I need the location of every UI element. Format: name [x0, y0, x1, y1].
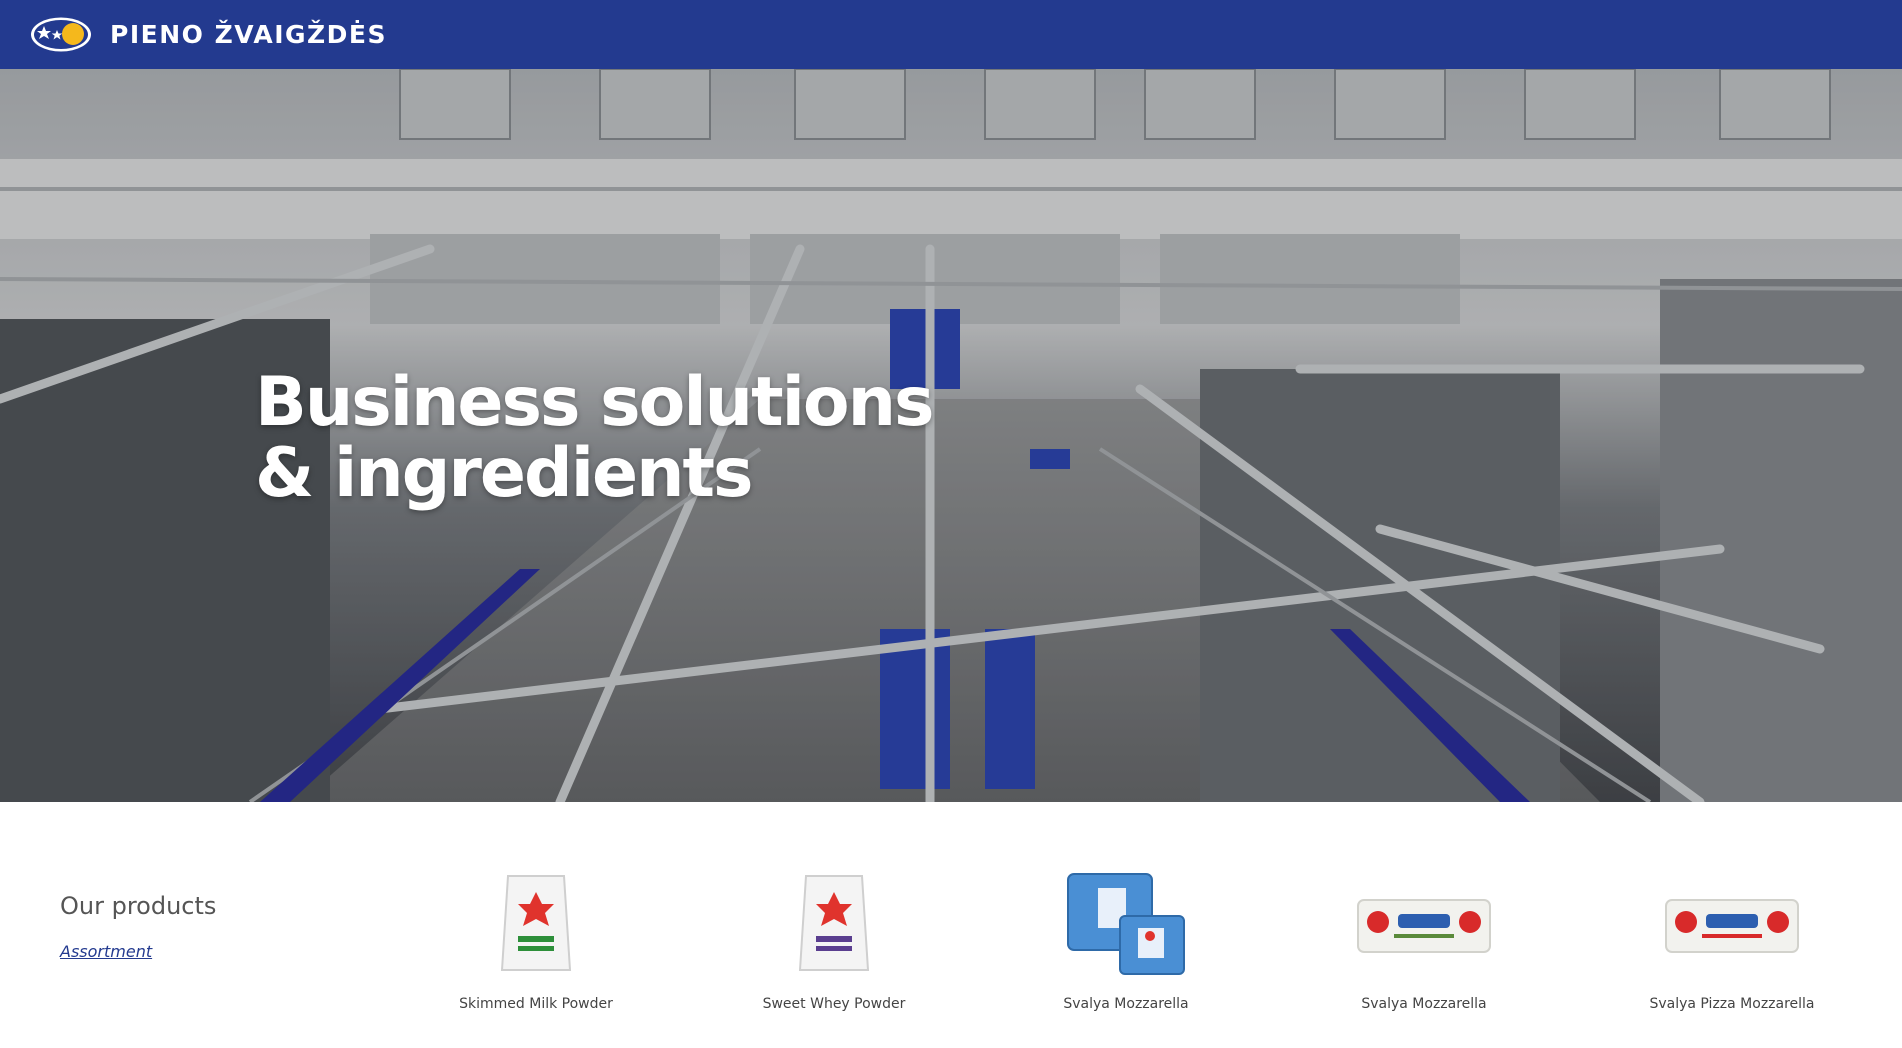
hero-banner: Business solutions & ingredients: [0, 69, 1902, 802]
product-name: Svalya Mozzarella: [1361, 996, 1487, 1012]
pizza-mozzarella-block-icon: [1665, 899, 1799, 953]
product-name: Sweet Whey Powder: [762, 996, 906, 1012]
product-card[interactable]: Svalya Mozzarella: [1314, 862, 1534, 1022]
brand-name: PIENO ŽVAIGŽDĖS: [110, 20, 387, 49]
product-name: Svalya Mozzarella: [1063, 996, 1189, 1012]
whey-powder-bag-icon: [798, 875, 870, 971]
hero-title: Business solutions & ingredients: [255, 363, 935, 513]
product-card[interactable]: Sweet Whey Powder: [724, 862, 944, 1022]
mozzarella-pack-icon: [1067, 873, 1185, 975]
brand-logo-link[interactable]: PIENO ŽVAIGŽDĖS: [30, 16, 387, 53]
mozzarella-block-icon: [1357, 899, 1491, 953]
top-header: PIENO ŽVAIGŽDĖS: [0, 0, 1902, 69]
product-name: Svalya Pizza Mozzarella: [1649, 996, 1815, 1012]
hero-title-line-2: & ingredients: [255, 434, 754, 513]
product-name: Skimmed Milk Powder: [459, 996, 613, 1012]
product-card[interactable]: Skimmed Milk Powder: [426, 862, 646, 1022]
product-card[interactable]: Svalya Mozzarella: [1016, 862, 1236, 1022]
products-heading: Our products: [60, 892, 217, 920]
stars-cloud-logo-icon: [31, 17, 91, 52]
hero-title-line-1: Business solutions: [255, 363, 935, 442]
milk-powder-bag-icon: [500, 875, 572, 971]
product-card[interactable]: Svalya Pizza Mozzarella: [1622, 862, 1842, 1022]
assortment-link[interactable]: Assortment: [60, 942, 152, 961]
products-section: Our products Assortment Skimmed Milk Pow…: [0, 802, 1902, 1048]
